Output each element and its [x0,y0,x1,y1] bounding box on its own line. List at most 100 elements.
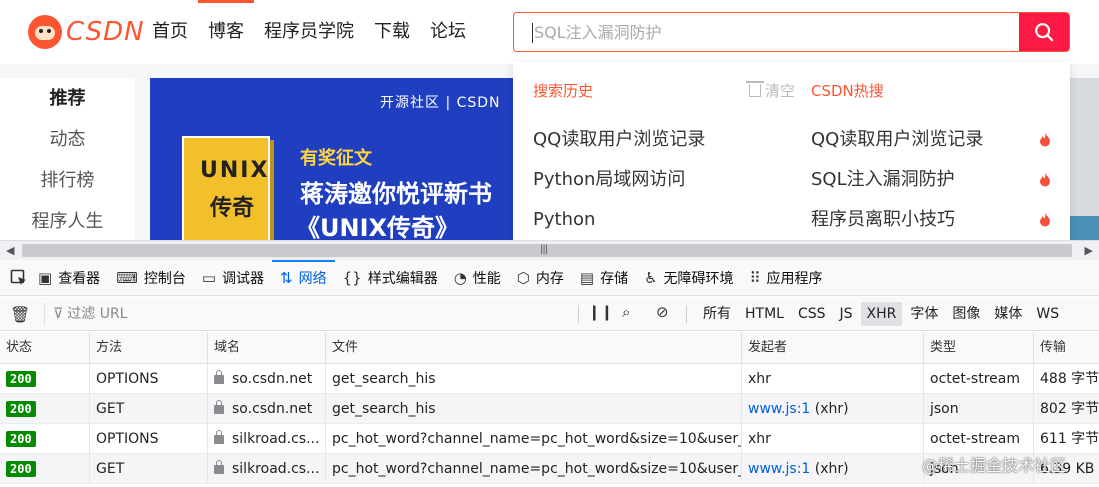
column-file[interactable]: 文件 [326,332,742,364]
url-filter-input[interactable]: ⊽ 过滤 URL [44,303,574,325]
filter-css[interactable]: CSS [792,302,832,326]
tab-style-editor[interactable]: {} 样式编辑器 [335,260,446,296]
column-method[interactable]: 方法 [90,332,208,364]
table-row[interactable]: 200 OPTIONS silkroad.cs... pc_hot_word?c… [0,424,1099,454]
filter-fonts[interactable]: 字体 [904,302,944,326]
fire-icon [1040,212,1050,227]
tab-memory[interactable]: ⬡ 内存 [509,260,572,296]
hot-item[interactable]: QQ读取用户浏览记录 [811,120,1051,160]
filter-ws[interactable]: WS [1030,302,1065,326]
tab-inspector[interactable]: ▣ 查看器 [30,260,108,296]
transfer-cell: 488 字节 [1040,371,1099,387]
tab-storage[interactable]: ▤ 存储 [572,260,636,296]
search-history-column: 搜索历史 清空 QQ读取用户浏览记录 Python局域网访问 Python [533,62,795,240]
hot-item[interactable]: SQL注入漏洞防护 [811,160,1051,200]
fire-icon [1040,172,1050,187]
tab-application[interactable]: ⠿ 应用程序 [742,260,831,296]
nav-forum[interactable]: 论坛 [420,0,476,64]
search-input[interactable] [514,13,1019,51]
method-cell: OPTIONS [90,424,208,454]
inspector-icon: ▣ [38,268,53,287]
tab-label: 网络 [298,270,327,287]
nav-academy[interactable]: 程序员学院 [254,0,364,64]
column-domain[interactable]: 域名 [208,332,326,364]
domain-text: silkroad.cs... [232,431,320,447]
tab-label: 无障碍环境 [663,270,734,287]
search-icon[interactable]: ⌕ [622,303,630,321]
domain-text: so.csdn.net [232,371,313,387]
status-cell: 200 [0,364,90,394]
tab-label: 性能 [472,270,501,287]
tab-label: 存储 [600,270,629,287]
domain-text: so.csdn.net [232,401,313,417]
csdn-logo[interactable]: CSDN [28,14,145,50]
table-row[interactable]: 200 GET so.csdn.net get_search_his www.j… [0,394,1099,424]
clear-history-label: 清空 [764,82,795,100]
lock-icon [214,400,224,414]
table-row[interactable]: 200 OPTIONS so.csdn.net get_search_his x… [0,364,1099,394]
clear-requests-trash-icon[interactable]: 🗑 [10,305,30,324]
column-type[interactable]: 类型 [924,332,1034,364]
search-button[interactable] [1019,13,1069,51]
history-item[interactable]: Python [533,200,795,240]
lock-icon [214,430,224,444]
hot-item[interactable]: 程序员离职小技巧 [811,200,1051,240]
initiator-cell: xhr [742,424,924,454]
status-badge: 200 [6,371,36,387]
element-picker-button[interactable] [8,260,30,296]
file-cell: pc_hot_word?channel_name=pc_hot_word&siz… [326,454,742,484]
sidebar-item-ranking[interactable]: 排行榜 [0,160,135,201]
accessibility-icon: ♿ [644,268,658,287]
tab-label: 查看器 [58,270,101,287]
tab-performance[interactable]: ◔ 性能 [446,260,509,296]
storage-icon: ▤ [579,268,595,287]
status-badge: 200 [6,431,36,447]
column-transferred[interactable]: 传输 [1034,332,1099,364]
pause-icon[interactable]: ❙❙ [588,303,613,321]
filter-js[interactable]: JS [834,302,859,326]
type-cell: json [924,394,1034,424]
tab-accessibility[interactable]: ♿ 无障碍环境 [636,260,741,296]
initiator-cell: www.js:1 (xhr) [742,454,924,484]
filter-html[interactable]: HTML [739,302,790,326]
horizontal-scrollbar[interactable]: ◀ ||| ▶ [0,240,1099,260]
hot-search-title: CSDN热搜 [811,82,884,100]
sidebar-item-recommend[interactable]: 推荐 [0,78,135,119]
initiator-text: (xhr) [814,401,849,417]
devtools-toolbar: ▣ 查看器 ⌨ 控制台 ▭ 调试器 ⇅ 网络 {} 样式编辑器 ◔ 性能 ⬡ 内存 ▤ 存储 ♿… [0,259,1099,296]
top-navbar: CSDN 首页 博客 程序员学院 下载 论坛 [0,0,1099,64]
book-cover: UNIX 传奇 [182,136,270,240]
filter-all[interactable]: 所有 [697,302,737,326]
history-item[interactable]: Python局域网访问 [533,160,795,200]
tab-debugger[interactable]: ▭ 调试器 [194,260,272,296]
search-suggestions-dropdown: 搜索历史 清空 QQ读取用户浏览记录 Python局域网访问 Python CS… [513,62,1070,240]
sidebar-item-programmer-life[interactable]: 程序人生 [0,201,135,240]
filter-media[interactable]: 媒体 [988,302,1028,326]
filter-images[interactable]: 图像 [946,302,986,326]
tab-label: 调试器 [222,270,265,287]
main-nav: 首页 博客 程序员学院 下载 论坛 [142,0,476,64]
promo-banner[interactable]: 开源社区 | CSDN UNIX 传奇 有奖征文 蒋涛邀你悦评新书 《UNIX传… [150,78,515,240]
column-status[interactable]: 状态 [0,332,90,364]
clear-history-button[interactable]: 清空 [745,62,795,120]
right-promo-image[interactable] [1070,78,1099,240]
scroll-right-arrow-icon[interactable]: ▶ [1085,244,1093,257]
sidebar-item-feed[interactable]: 动态 [0,119,135,160]
scroll-left-arrow-icon[interactable]: ◀ [6,244,14,257]
fire-icon [1040,132,1050,147]
element-picker-icon [10,269,26,285]
initiator-cell: www.js:1 (xhr) [742,394,924,424]
initiator-link[interactable]: www.js:1 [748,401,810,417]
block-icon[interactable]: ⊘ [656,303,669,321]
nav-download[interactable]: 下载 [364,0,420,64]
column-initiator[interactable]: 发起者 [742,332,924,364]
tab-console[interactable]: ⌨ 控制台 [108,260,194,296]
nav-home[interactable]: 首页 [142,0,198,64]
nav-blog[interactable]: 博客 [198,0,254,64]
history-item[interactable]: QQ读取用户浏览记录 [533,120,795,160]
filter-xhr[interactable]: XHR [860,302,903,326]
tab-network[interactable]: ⇅ 网络 [272,259,335,296]
domain-text: silkroad.cs... [232,461,320,477]
banner-tag: 有奖征文 [300,148,372,169]
initiator-link[interactable]: www.js:1 [748,461,810,477]
